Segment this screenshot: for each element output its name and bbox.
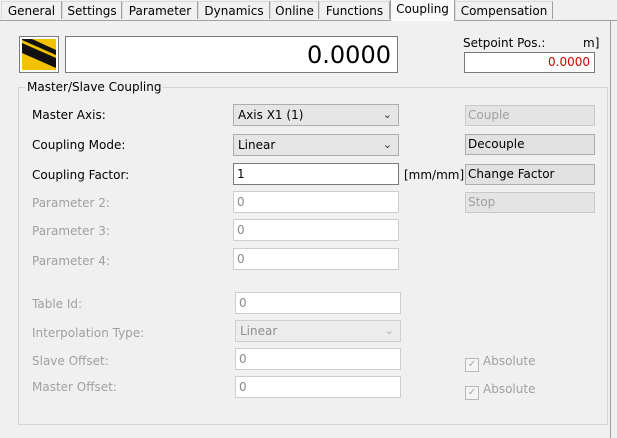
master-offset-input[interactable]: 0 — [235, 376, 401, 398]
change-factor-button[interactable]: Change Factor — [465, 164, 595, 185]
tab-coupling[interactable]: Coupling — [390, 0, 455, 21]
checkmark-icon: ✓ — [465, 386, 479, 400]
tab-settings[interactable]: Settings — [62, 1, 122, 19]
axis-icon — [19, 36, 59, 73]
master-axis-label: Master Axis: — [32, 108, 106, 122]
parameter3-input[interactable]: 0 — [233, 219, 399, 241]
parameter3-label: Parameter 3: — [32, 224, 110, 238]
coupling-factor-unit: [mm/mm] — [404, 168, 465, 182]
tab-online[interactable]: Online — [270, 1, 319, 19]
table-id-input[interactable]: 0 — [235, 292, 401, 314]
setpoint-label: Setpoint Pos.: m] — [463, 36, 600, 50]
table-id-label: Table Id: — [32, 297, 83, 311]
chevron-down-icon: ⌄ — [384, 324, 394, 337]
coupling-mode-label: Coupling Mode: — [32, 138, 126, 152]
master-offset-label: Master Offset: — [32, 380, 117, 394]
master-offset-absolute-checkbox[interactable]: ✓ Absolute — [465, 382, 535, 400]
tab-bar: General Settings Parameter Dynamics Onli… — [0, 0, 617, 21]
parameter4-label: Parameter 4: — [32, 254, 110, 268]
slave-offset-input[interactable]: 0 — [235, 348, 401, 370]
chevron-down-icon: ⌄ — [382, 138, 392, 151]
tab-compensation[interactable]: Compensation — [455, 1, 553, 19]
stop-button[interactable]: Stop — [465, 192, 595, 213]
parameter4-input[interactable]: 0 — [233, 248, 399, 270]
tab-functions[interactable]: Functions — [319, 1, 390, 19]
couple-button[interactable]: Couple — [465, 105, 595, 126]
interpolation-type-label: Interpolation Type: — [32, 326, 145, 340]
setpoint-value: 0.0000 — [464, 52, 595, 73]
interpolation-type-select[interactable]: Linear ⌄ — [235, 320, 401, 342]
tab-parameter[interactable]: Parameter — [122, 1, 198, 19]
parameter2-label: Parameter 2: — [32, 196, 110, 210]
chevron-down-icon: ⌄ — [382, 108, 392, 121]
tab-dynamics[interactable]: Dynamics — [198, 1, 270, 19]
slave-offset-absolute-checkbox[interactable]: ✓ Absolute — [465, 354, 535, 372]
slave-offset-label: Slave Offset: — [32, 354, 109, 368]
coupling-factor-label: Coupling Factor: — [32, 168, 130, 182]
checkmark-icon: ✓ — [465, 358, 479, 372]
group-title: Master/Slave Coupling — [27, 80, 162, 94]
parameter2-input[interactable]: 0 — [233, 191, 399, 213]
coupling-factor-input[interactable]: 1 — [233, 163, 399, 185]
coupling-mode-select[interactable]: Linear ⌄ — [233, 134, 399, 156]
tab-general[interactable]: General — [1, 1, 62, 19]
master-axis-select[interactable]: Axis X1 (1) ⌄ — [233, 104, 399, 126]
position-display: 0.0000 — [65, 36, 398, 73]
decouple-button[interactable]: Decouple — [465, 134, 595, 155]
